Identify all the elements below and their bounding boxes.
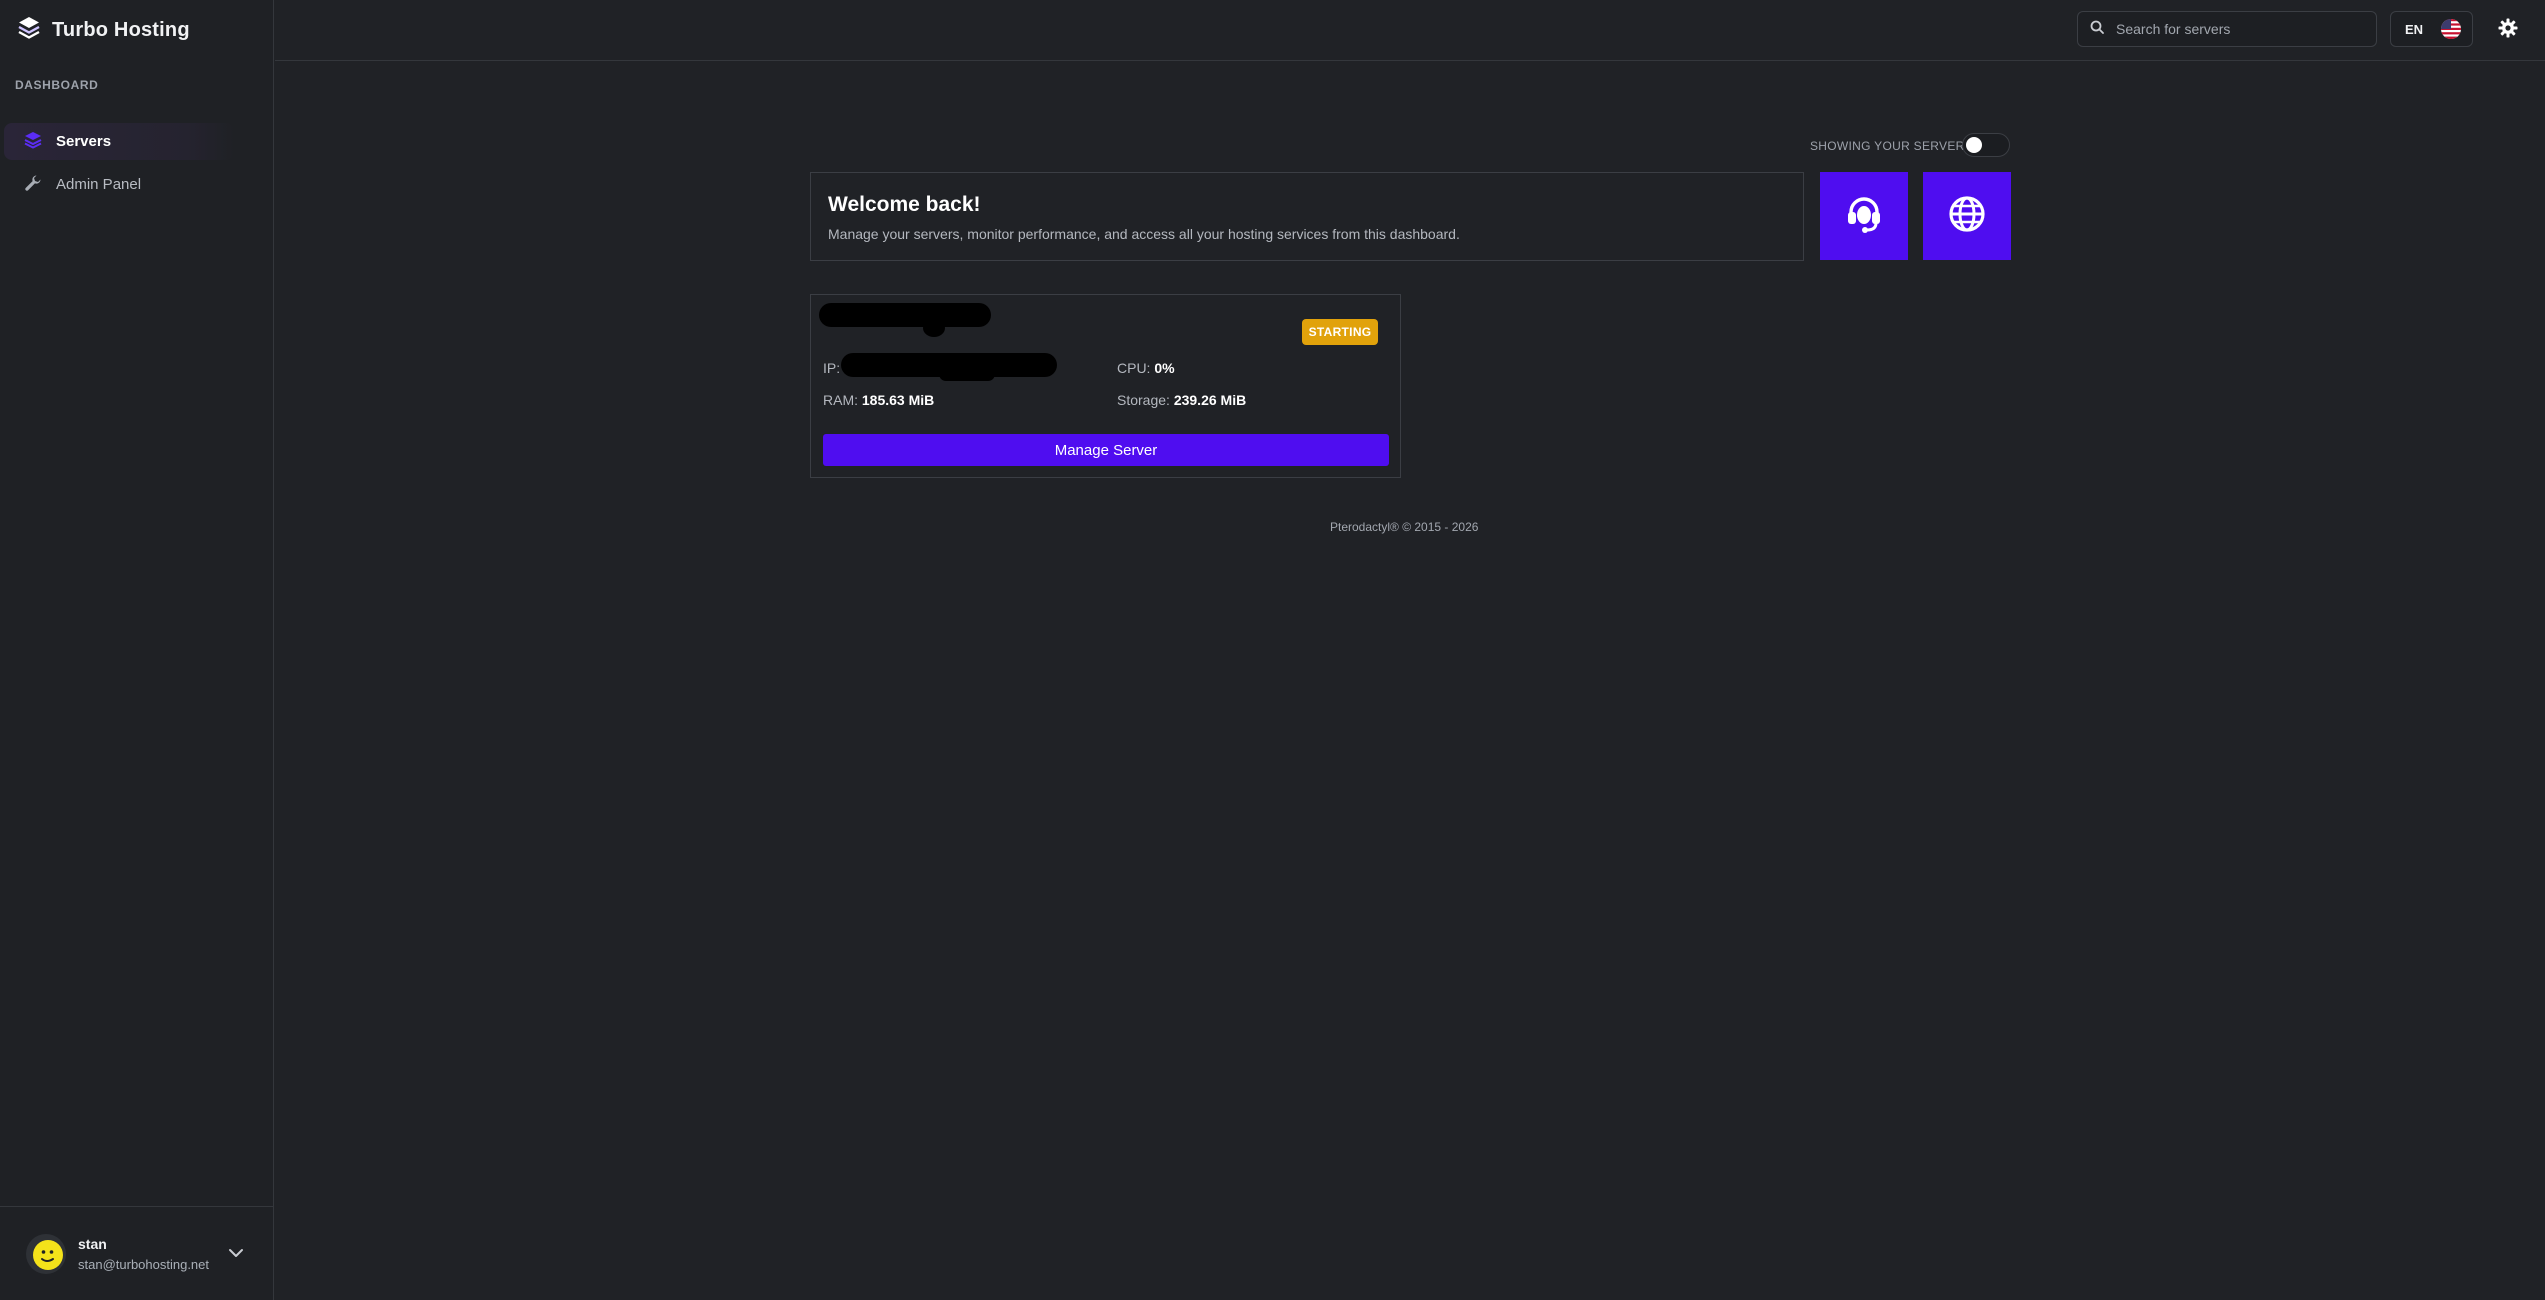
search-icon	[2090, 20, 2104, 39]
show-all-servers-toggle[interactable]	[1962, 133, 2010, 157]
website-button[interactable]	[1923, 172, 2011, 260]
redacted-ip-tail	[939, 367, 995, 381]
status-badge: STARTING	[1302, 319, 1378, 345]
stack-icon	[24, 131, 42, 153]
ip-stat: IP:	[823, 360, 840, 376]
storage-value: 239.26 MiB	[1173, 392, 1247, 408]
us-flag-icon	[2441, 19, 2462, 39]
ram-stat: RAM: 185.63 MiB	[823, 392, 934, 408]
welcome-title: Welcome back!	[828, 193, 981, 216]
search-box[interactable]	[2077, 11, 2377, 47]
ip-label: IP:	[823, 360, 841, 376]
toggle-knob	[1966, 137, 1982, 153]
cpu-value: 0%	[1154, 360, 1175, 376]
welcome-subtitle: Manage your servers, monitor performance…	[828, 226, 1460, 242]
brand-title: Turbo Hosting	[52, 18, 190, 41]
language-selector[interactable]: EN	[2390, 11, 2473, 47]
globe-icon	[1948, 195, 1986, 238]
ram-label: RAM:	[823, 392, 858, 408]
sidebar-item-servers[interactable]: Servers	[4, 123, 234, 160]
support-button[interactable]	[1820, 172, 1908, 260]
storage-label: Storage:	[1117, 392, 1170, 408]
footer-copyright: Pterodactyl® © 2015 - 2026	[1330, 520, 1479, 534]
gear-icon[interactable]	[2498, 18, 2518, 43]
server-card[interactable]: STARTING IP: CPU: 0% RAM: 185.63 MiB Sto…	[810, 294, 1401, 478]
user-email: stan@turbohosting.net	[78, 1256, 210, 1272]
welcome-card: Welcome back! Manage your servers, monit…	[810, 172, 1804, 261]
cpu-stat: CPU: 0%	[1117, 360, 1175, 376]
wrench-icon	[24, 174, 42, 196]
ram-value: 185.63 MiB	[861, 392, 935, 408]
chevron-down-icon[interactable]	[228, 1245, 244, 1263]
cpu-label: CPU:	[1117, 360, 1151, 376]
user-menu[interactable]: stan stan@turbohosting.net	[0, 1206, 274, 1300]
layers-logo-icon	[18, 16, 40, 45]
storage-stat: Storage: 239.26 MiB	[1117, 392, 1246, 408]
sidebar-item-label: Servers	[56, 133, 112, 150]
avatar	[26, 1233, 66, 1274]
manage-server-button[interactable]: Manage Server	[823, 434, 1389, 466]
search-input[interactable]	[2116, 21, 2356, 37]
redacted-server-name-mark	[923, 319, 945, 337]
sidebar-item-label: Admin Panel	[56, 176, 142, 193]
sidebar-section-label: DASHBOARD	[15, 78, 99, 92]
user-name: stan	[78, 1235, 107, 1252]
sidebar-item-admin-panel[interactable]: Admin Panel	[4, 166, 234, 203]
headset-support-icon	[1845, 194, 1883, 239]
language-code: EN	[2405, 21, 2424, 37]
redacted-server-name	[819, 303, 991, 327]
brand[interactable]: Turbo Hosting	[18, 16, 190, 44]
toggle-label: SHOWING YOUR SERVERS	[1810, 139, 1973, 153]
sidebar: Turbo Hosting DASHBOARD Servers Admin Pa…	[0, 0, 274, 1300]
